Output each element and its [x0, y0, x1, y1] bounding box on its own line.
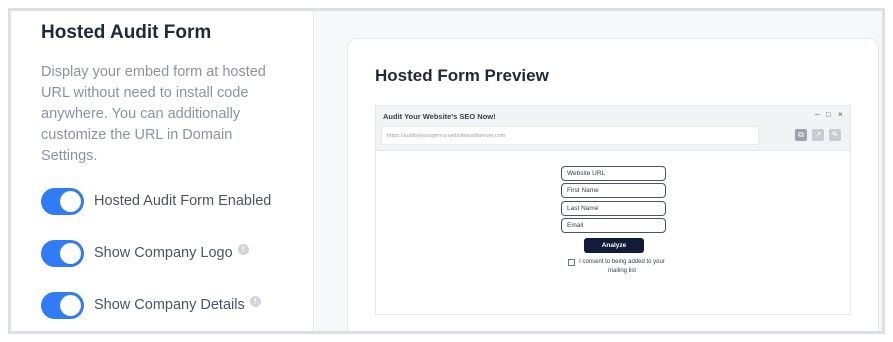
preview-window-header: Audit Your Website's SEO Now! – □ × http…	[376, 106, 850, 151]
open-external-icon[interactable]: ↗	[812, 129, 824, 141]
toggle-knob	[60, 242, 81, 264]
info-icon[interactable]: !	[249, 295, 261, 307]
consent-checkbox[interactable]	[568, 259, 575, 266]
maximize-icon[interactable]: □	[826, 110, 831, 119]
section-title: Hosted Audit Form	[41, 22, 212, 43]
email-field[interactable]: Email	[561, 218, 666, 233]
toggle-knob	[60, 294, 81, 316]
settings-column: Hosted Audit Form Display your embed for…	[11, 11, 314, 331]
preview-title: Hosted Form Preview	[375, 66, 549, 85]
preview-window-title: Audit Your Website's SEO Now!	[383, 112, 496, 121]
section-description: Display your embed form at hosted URL wi…	[41, 64, 266, 164]
form-preview-window: Audit Your Website's SEO Now! – □ × http…	[375, 105, 851, 315]
hosted-form-enabled-label: Hosted Audit Form Enabled	[94, 193, 272, 209]
preview-area: Hosted Form Preview Audit Your Website's…	[315, 11, 882, 331]
close-icon[interactable]: ×	[838, 110, 843, 119]
toggle-row-show-company-details: Show Company Details !	[41, 290, 261, 320]
hosted-audit-settings-panel: Hosted Audit Form Display your embed for…	[8, 8, 885, 334]
copy-icon[interactable]: ⧉	[795, 129, 807, 141]
minimize-icon[interactable]: –	[815, 110, 819, 119]
show-company-logo-label: Show Company Logo	[94, 245, 233, 261]
website-url-field[interactable]: Website URL	[561, 166, 666, 181]
show-company-logo-toggle[interactable]	[41, 239, 84, 267]
show-company-details-label: Show Company Details	[94, 297, 245, 313]
toggle-row-hosted-form-enabled: Hosted Audit Form Enabled	[41, 186, 271, 216]
toggle-row-show-company-logo: Show Company Logo !	[41, 238, 249, 268]
preview-card: Hosted Form Preview Audit Your Website's…	[347, 38, 879, 331]
analyze-button[interactable]: Analyze	[584, 238, 644, 253]
toggle-knob	[60, 190, 81, 212]
info-icon[interactable]: !	[237, 243, 249, 255]
first-name-field[interactable]: First Name	[561, 183, 666, 198]
last-name-field[interactable]: Last Name	[561, 201, 666, 216]
show-company-details-toggle[interactable]	[41, 291, 84, 319]
edit-icon[interactable]: ✎	[829, 129, 841, 141]
hosted-form-enabled-toggle[interactable]	[41, 187, 84, 215]
consent-label: I consent to being added to your mailing…	[579, 259, 665, 274]
preview-url-bar: https://auditsyouragency.websiteauditser…	[381, 126, 759, 145]
